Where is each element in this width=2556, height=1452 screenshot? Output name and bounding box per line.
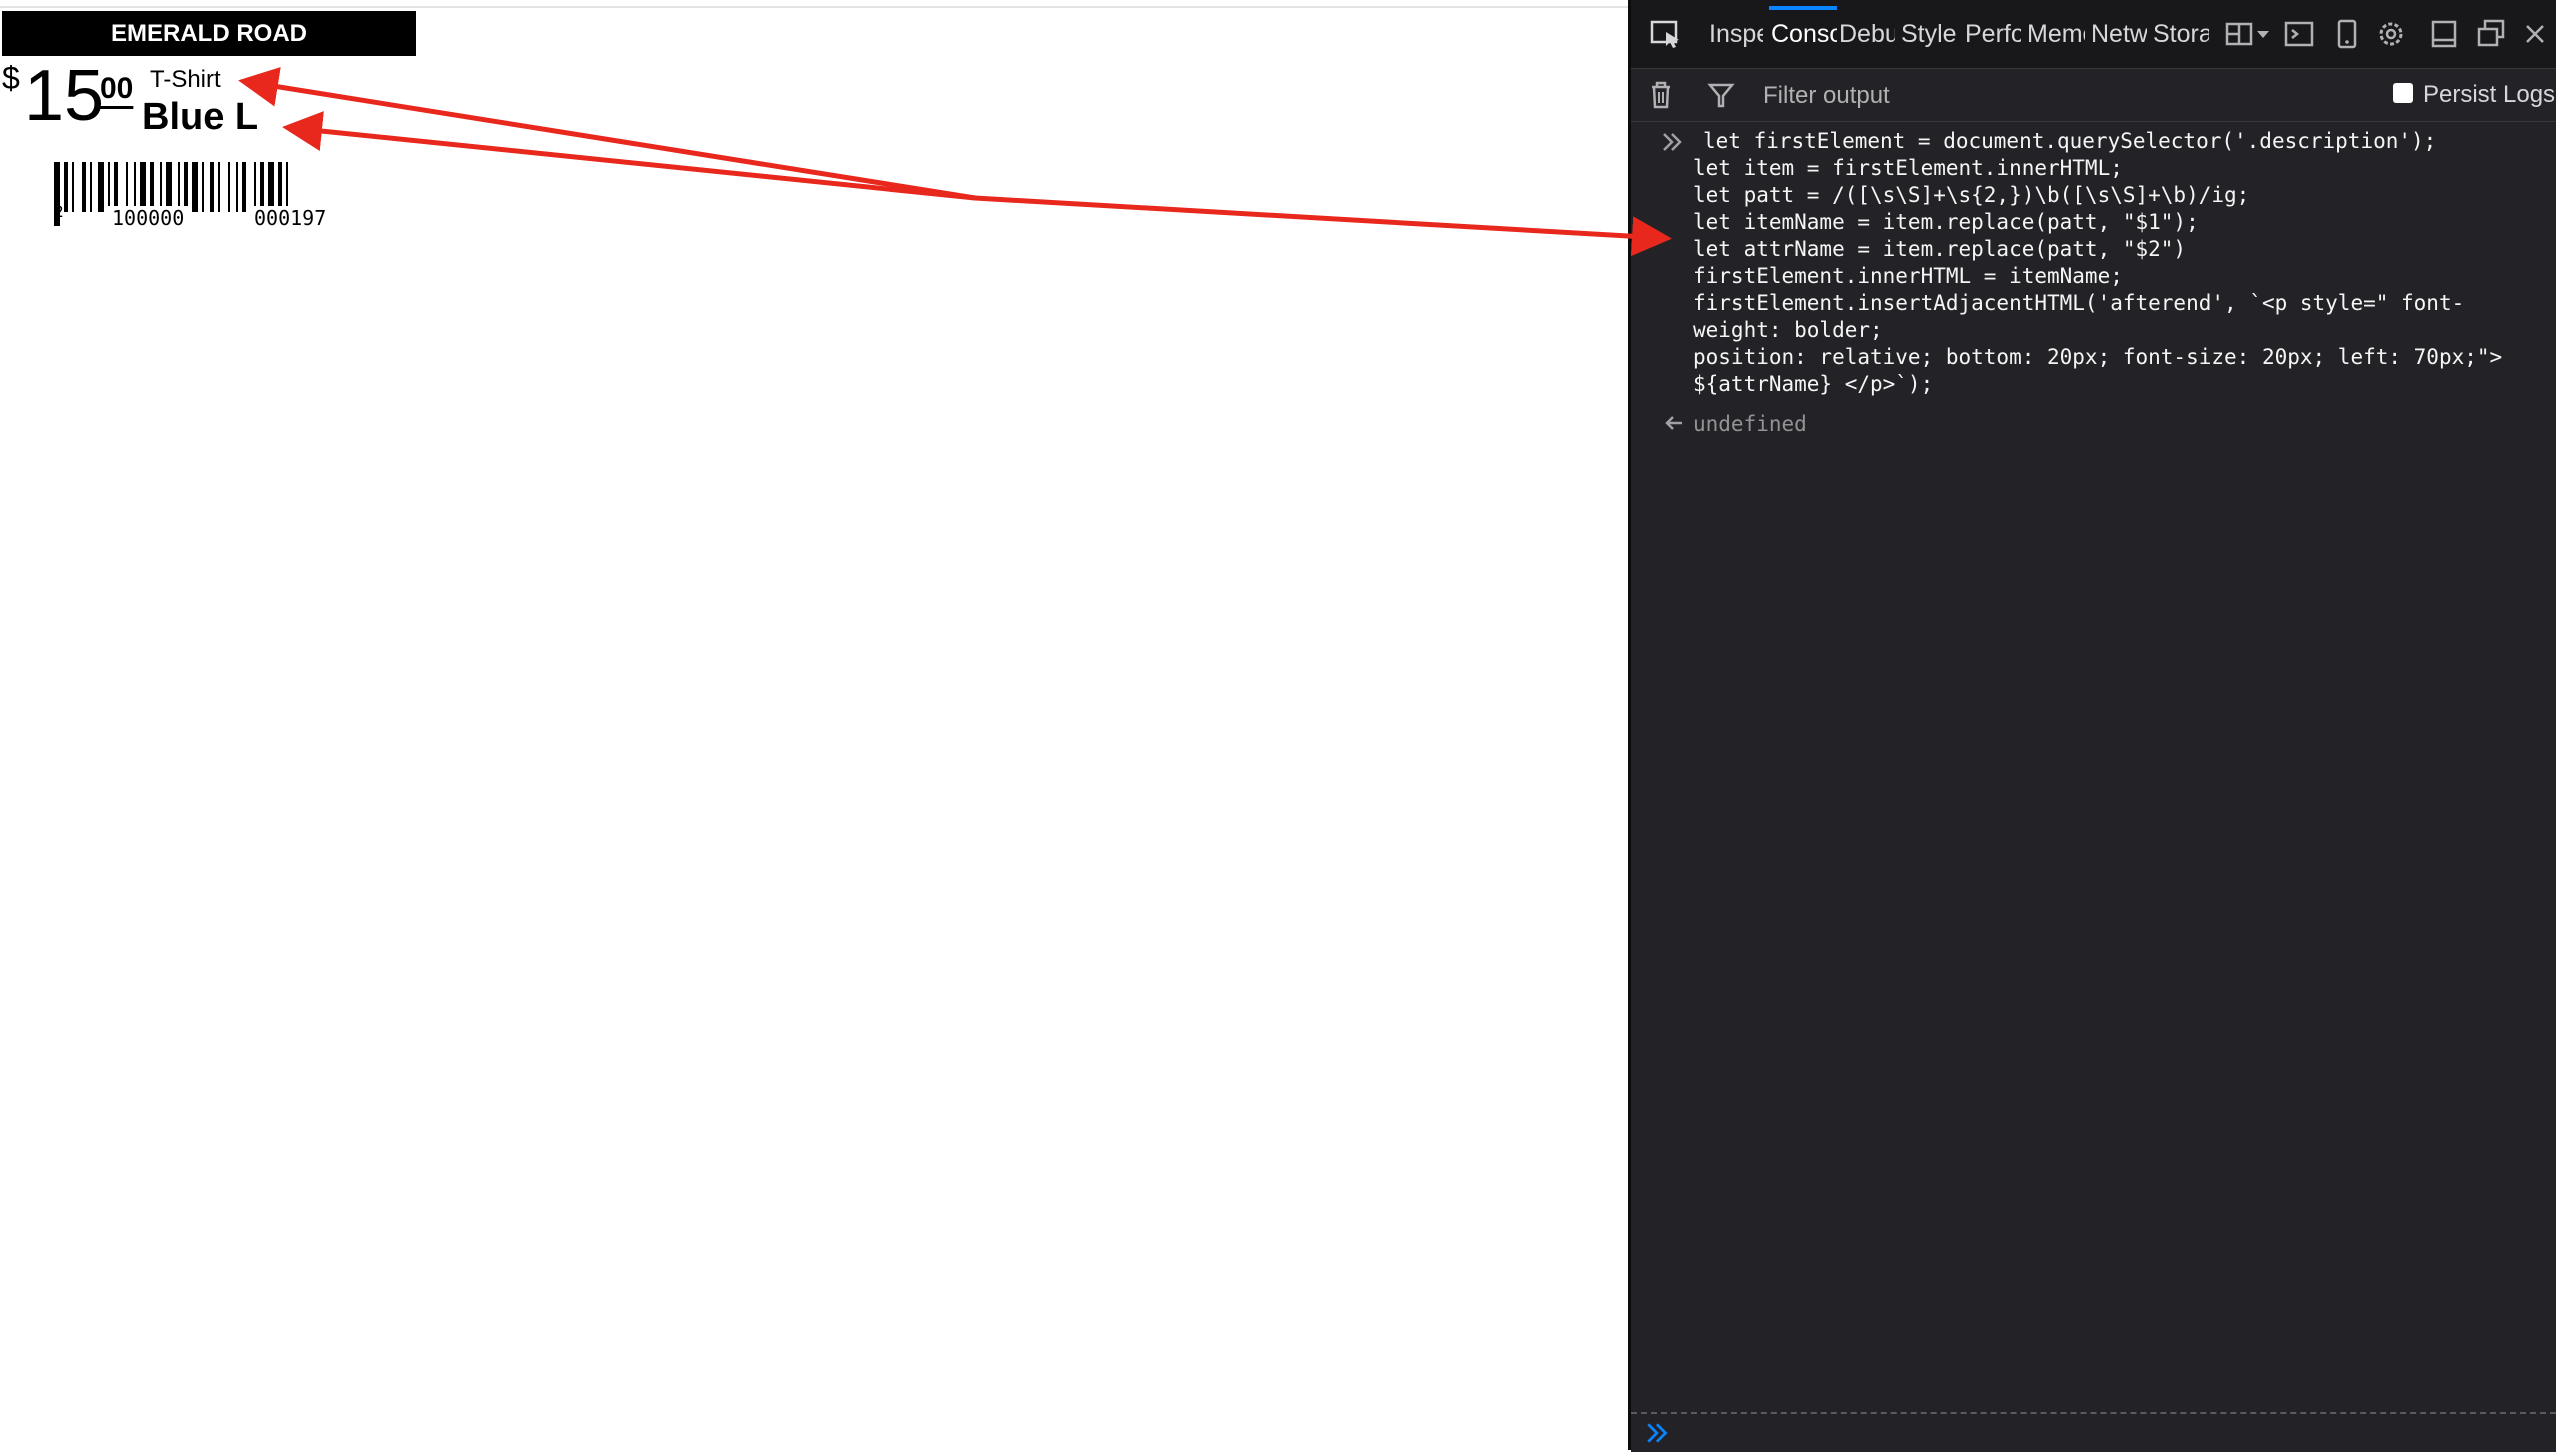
console-filter-bar: Persist Logs — [1631, 69, 2556, 122]
item-attribute: Blue L — [142, 96, 259, 138]
code-line: firstElement.innerHTML = itemName; — [1693, 264, 2123, 288]
price-dollars: 15 — [24, 56, 105, 136]
responsive-design-icon[interactable] — [2333, 18, 2361, 50]
console-input-bar[interactable] — [1631, 1412, 2556, 1452]
devtools-panel: Inspector Console Debugger Style Editor … — [1628, 0, 2556, 1452]
devtools-toolbar: Inspector Console Debugger Style Editor … — [1631, 0, 2556, 69]
page-top-border — [0, 6, 1628, 8]
close-icon[interactable] — [2521, 18, 2549, 50]
element-picker-icon[interactable] — [1649, 18, 1683, 50]
code-line: let patt = /([\s\S]+\s{2,})\b([\s\S]+\b)… — [1693, 183, 2250, 207]
active-tab-indicator — [1769, 6, 1837, 10]
tab-network[interactable]: Network — [2091, 20, 2147, 49]
tab-style-editor[interactable]: Style Editor — [1901, 20, 1959, 49]
item-description: T-Shirt — [150, 66, 221, 93]
code-line: weight: bolder; — [1693, 318, 1883, 342]
code-line: ${attrName} </p>`); — [1693, 372, 1934, 396]
tab-console[interactable]: Console — [1771, 20, 1837, 49]
console-prompt-chevron-icon — [1645, 1420, 1671, 1451]
result-arrow-icon — [1663, 412, 1685, 440]
filter-output-input[interactable] — [1761, 78, 2265, 114]
code-line: let attrName = item.replace(patt, "$2") — [1693, 237, 2187, 261]
console-result: undefined — [1693, 412, 1807, 436]
tab-debugger[interactable]: Debugger — [1839, 20, 1895, 49]
barcode-right-digits: 000197 — [250, 206, 331, 230]
tab-performance[interactable]: Performance — [1965, 20, 2021, 49]
tab-inspector[interactable]: Inspector — [1709, 20, 1763, 49]
scratchpad-icon[interactable] — [2283, 18, 2315, 50]
dock-bottom-icon[interactable] — [2429, 18, 2459, 50]
console-output: let firstElement = document.querySelecto… — [1631, 122, 2556, 1412]
currency-symbol: $ — [2, 60, 20, 96]
gear-icon[interactable] — [2375, 18, 2407, 50]
code-line: firstElement.insertAdjacentHTML('afteren… — [1693, 291, 2465, 315]
price-cents: 00 — [100, 72, 134, 105]
persist-logs-label: Persist Logs — [2423, 81, 2556, 108]
code-line: position: relative; bottom: 20px; font-s… — [1693, 345, 2503, 369]
separate-window-icon[interactable] — [2475, 18, 2507, 50]
layout-dropdown-icon[interactable] — [2225, 18, 2273, 50]
trash-icon[interactable] — [1647, 79, 1675, 111]
tab-memory[interactable]: Memory — [2027, 20, 2085, 49]
tab-storage[interactable]: Storage — [2153, 20, 2209, 49]
console-input-chevron-icon — [1661, 130, 1685, 159]
web-page: EMERALD ROAD $ 15 00 T-Shirt Blue L 2 10… — [0, 0, 1628, 1450]
store-name-banner: EMERALD ROAD — [2, 11, 416, 56]
code-line: let item = firstElement.innerHTML; — [1693, 156, 2123, 180]
barcode-lead-digit: 2 — [54, 202, 64, 221]
code-line: let itemName = item.replace(patt, "$1"); — [1693, 210, 2199, 234]
barcode-left-digits: 100000 — [108, 206, 189, 230]
code-line: let firstElement = document.querySelecto… — [1703, 129, 2437, 153]
filter-icon[interactable] — [1707, 79, 1735, 111]
persist-logs-checkbox[interactable] — [2393, 83, 2413, 103]
